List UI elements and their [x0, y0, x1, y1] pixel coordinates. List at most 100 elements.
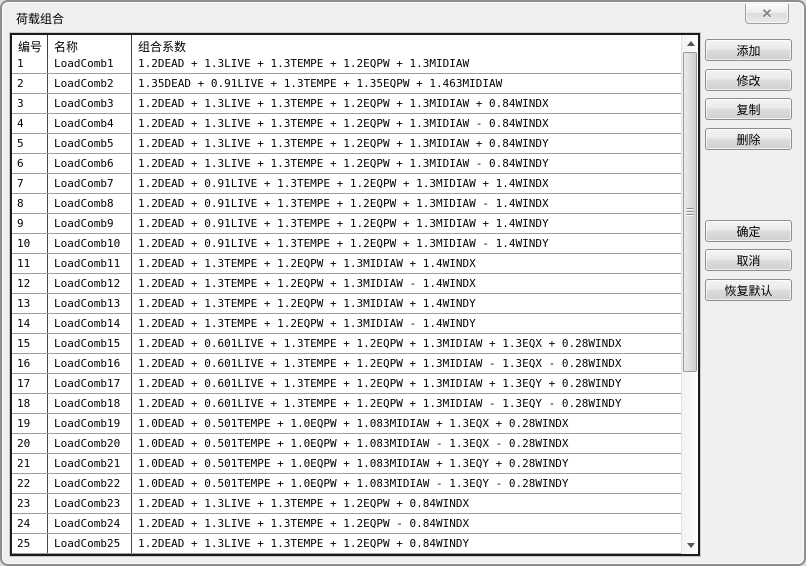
add-button[interactable]: 添加	[705, 39, 792, 61]
column-header-coefficients: 组合系数	[132, 35, 681, 54]
table-row[interactable]: 1 LoadComb1 1.2DEAD + 1.3LIVE + 1.3TEMPE…	[12, 54, 681, 74]
row-name-cell: LoadComb6	[48, 154, 132, 173]
arrow-up-icon	[687, 41, 695, 46]
row-formula-cell: 1.2DEAD + 1.3TEMPE + 1.2EQPW + 1.3MIDIAW…	[132, 314, 681, 333]
dialog-title: 荷载组合	[16, 10, 64, 27]
row-formula-cell: 1.2DEAD + 0.601LIVE + 1.3TEMPE + 1.2EQPW…	[132, 354, 681, 373]
row-id-cell: 10	[12, 234, 48, 253]
row-name-cell: LoadComb10	[48, 234, 132, 253]
row-formula-cell: 1.2DEAD + 1.3TEMPE + 1.2EQPW + 1.3MIDIAW…	[132, 274, 681, 293]
row-name-cell: LoadComb5	[48, 134, 132, 153]
table-row[interactable]: 16 LoadComb16 1.2DEAD + 0.601LIVE + 1.3T…	[12, 354, 681, 374]
table-row[interactable]: 9 LoadComb9 1.2DEAD + 0.91LIVE + 1.3TEMP…	[12, 214, 681, 234]
row-name-cell: LoadComb3	[48, 94, 132, 113]
row-name-cell: LoadComb12	[48, 274, 132, 293]
row-formula-cell: 1.2DEAD + 1.3TEMPE + 1.2EQPW + 1.3MIDIAW…	[132, 294, 681, 313]
table-row[interactable]: 4 LoadComb4 1.2DEAD + 1.3LIVE + 1.3TEMPE…	[12, 114, 681, 134]
scrollbar-thumb[interactable]	[683, 52, 697, 372]
load-combinations-table: 编号 名称 组合系数 1 LoadComb1 1.2DEAD + 1.3LIVE…	[10, 33, 700, 556]
table-row[interactable]: 15 LoadComb15 1.2DEAD + 0.601LIVE + 1.3T…	[12, 334, 681, 354]
row-formula-cell: 1.2DEAD + 1.3LIVE + 1.3TEMPE + 1.2EQPW +…	[132, 534, 681, 553]
table-row[interactable]: 13 LoadComb13 1.2DEAD + 1.3TEMPE + 1.2EQ…	[12, 294, 681, 314]
row-name-cell: LoadComb2	[48, 74, 132, 93]
row-id-cell: 18	[12, 394, 48, 413]
table-row[interactable]: 3 LoadComb3 1.2DEAD + 1.3LIVE + 1.3TEMPE…	[12, 94, 681, 114]
row-name-cell: LoadComb18	[48, 394, 132, 413]
scroll-down-button[interactable]	[682, 537, 699, 554]
row-name-cell: LoadComb8	[48, 194, 132, 213]
close-button[interactable]: ✕	[745, 4, 789, 24]
row-id-cell: 24	[12, 514, 48, 533]
row-name-cell: LoadComb24	[48, 514, 132, 533]
table-row[interactable]: 20 LoadComb20 1.0DEAD + 0.501TEMPE + 1.0…	[12, 434, 681, 454]
row-id-cell: 11	[12, 254, 48, 273]
row-id-cell: 1	[12, 54, 48, 73]
thumb-grip-icon	[687, 208, 694, 216]
table-row[interactable]: 19 LoadComb19 1.0DEAD + 0.501TEMPE + 1.0…	[12, 414, 681, 434]
table-row[interactable]: 17 LoadComb17 1.2DEAD + 0.601LIVE + 1.3T…	[12, 374, 681, 394]
table-row[interactable]: 8 LoadComb8 1.2DEAD + 0.91LIVE + 1.3TEMP…	[12, 194, 681, 214]
load-combination-dialog: 荷载组合 ✕ 编号 名称 组合系数 1 LoadComb1 1.2DEAD + …	[0, 0, 806, 566]
table-row[interactable]: 11 LoadComb11 1.2DEAD + 1.3TEMPE + 1.2EQ…	[12, 254, 681, 274]
restore-default-button[interactable]: 恢复默认	[705, 279, 792, 301]
row-name-cell: LoadComb16	[48, 354, 132, 373]
row-id-cell: 19	[12, 414, 48, 433]
table-row[interactable]: 7 LoadComb7 1.2DEAD + 0.91LIVE + 1.3TEMP…	[12, 174, 681, 194]
row-name-cell: LoadComb19	[48, 414, 132, 433]
row-name-cell: LoadComb25	[48, 534, 132, 553]
close-icon: ✕	[762, 7, 773, 20]
row-id-cell: 17	[12, 374, 48, 393]
row-formula-cell: 1.0DEAD + 0.501TEMPE + 1.0EQPW + 1.083MI…	[132, 454, 681, 473]
row-name-cell: LoadComb4	[48, 114, 132, 133]
delete-button[interactable]: 删除	[705, 128, 792, 150]
row-formula-cell: 1.2DEAD + 1.3LIVE + 1.3TEMPE + 1.2EQPW +…	[132, 154, 681, 173]
row-formula-cell: 1.2DEAD + 0.601LIVE + 1.3TEMPE + 1.2EQPW…	[132, 394, 681, 413]
table-row[interactable]: 5 LoadComb5 1.2DEAD + 1.3LIVE + 1.3TEMPE…	[12, 134, 681, 154]
table-row[interactable]: 24 LoadComb24 1.2DEAD + 1.3LIVE + 1.3TEM…	[12, 514, 681, 534]
row-formula-cell: 1.2DEAD + 0.91LIVE + 1.3TEMPE + 1.2EQPW …	[132, 174, 681, 193]
row-name-cell: LoadComb9	[48, 214, 132, 233]
row-id-cell: 12	[12, 274, 48, 293]
row-formula-cell: 1.2DEAD + 1.3LIVE + 1.3TEMPE + 1.2EQPW +…	[132, 54, 681, 73]
row-name-cell: LoadComb21	[48, 454, 132, 473]
ok-button[interactable]: 确定	[705, 220, 792, 242]
row-formula-cell: 1.0DEAD + 0.501TEMPE + 1.0EQPW + 1.083MI…	[132, 474, 681, 493]
scroll-up-button[interactable]	[682, 35, 699, 52]
row-formula-cell: 1.0DEAD + 0.501TEMPE + 1.0EQPW + 1.083MI…	[132, 414, 681, 433]
row-name-cell: LoadComb23	[48, 494, 132, 513]
table-row[interactable]: 18 LoadComb18 1.2DEAD + 0.601LIVE + 1.3T…	[12, 394, 681, 414]
table-row[interactable]: 10 LoadComb10 1.2DEAD + 0.91LIVE + 1.3TE…	[12, 234, 681, 254]
table-row[interactable]: 22 LoadComb22 1.0DEAD + 0.501TEMPE + 1.0…	[12, 474, 681, 494]
table-row[interactable]: 2 LoadComb2 1.35DEAD + 0.91LIVE + 1.3TEM…	[12, 74, 681, 94]
column-header-id: 编号	[12, 35, 48, 54]
row-name-cell: LoadComb7	[48, 174, 132, 193]
row-id-cell: 20	[12, 434, 48, 453]
table-row[interactable]: 25 LoadComb25 1.2DEAD + 1.3LIVE + 1.3TEM…	[12, 534, 681, 554]
cancel-button[interactable]: 取消	[705, 249, 792, 271]
table-row[interactable]: 23 LoadComb23 1.2DEAD + 1.3LIVE + 1.3TEM…	[12, 494, 681, 514]
row-id-cell: 15	[12, 334, 48, 353]
row-formula-cell: 1.2DEAD + 1.3LIVE + 1.3TEMPE + 1.2EQPW +…	[132, 134, 681, 153]
row-id-cell: 3	[12, 94, 48, 113]
row-id-cell: 5	[12, 134, 48, 153]
copy-button[interactable]: 复制	[705, 98, 792, 120]
table-row[interactable]: 6 LoadComb6 1.2DEAD + 1.3LIVE + 1.3TEMPE…	[12, 154, 681, 174]
vertical-scrollbar[interactable]	[681, 35, 698, 554]
row-id-cell: 7	[12, 174, 48, 193]
table-row[interactable]: 12 LoadComb12 1.2DEAD + 1.3TEMPE + 1.2EQ…	[12, 274, 681, 294]
table-row[interactable]: 21 LoadComb21 1.0DEAD + 0.501TEMPE + 1.0…	[12, 454, 681, 474]
row-formula-cell: 1.0DEAD + 0.501TEMPE + 1.0EQPW + 1.083MI…	[132, 434, 681, 453]
column-header-name: 名称	[48, 35, 132, 54]
titlebar: 荷载组合 ✕	[2, 2, 804, 31]
table-row[interactable]: 14 LoadComb14 1.2DEAD + 1.3TEMPE + 1.2EQ…	[12, 314, 681, 334]
row-formula-cell: 1.2DEAD + 1.3LIVE + 1.3TEMPE + 1.2EQPW +…	[132, 114, 681, 133]
row-id-cell: 6	[12, 154, 48, 173]
row-name-cell: LoadComb13	[48, 294, 132, 313]
row-id-cell: 23	[12, 494, 48, 513]
row-name-cell: LoadComb15	[48, 334, 132, 353]
row-id-cell: 16	[12, 354, 48, 373]
row-id-cell: 2	[12, 74, 48, 93]
row-formula-cell: 1.2DEAD + 0.91LIVE + 1.3TEMPE + 1.2EQPW …	[132, 214, 681, 233]
row-id-cell: 22	[12, 474, 48, 493]
modify-button[interactable]: 修改	[705, 69, 792, 91]
